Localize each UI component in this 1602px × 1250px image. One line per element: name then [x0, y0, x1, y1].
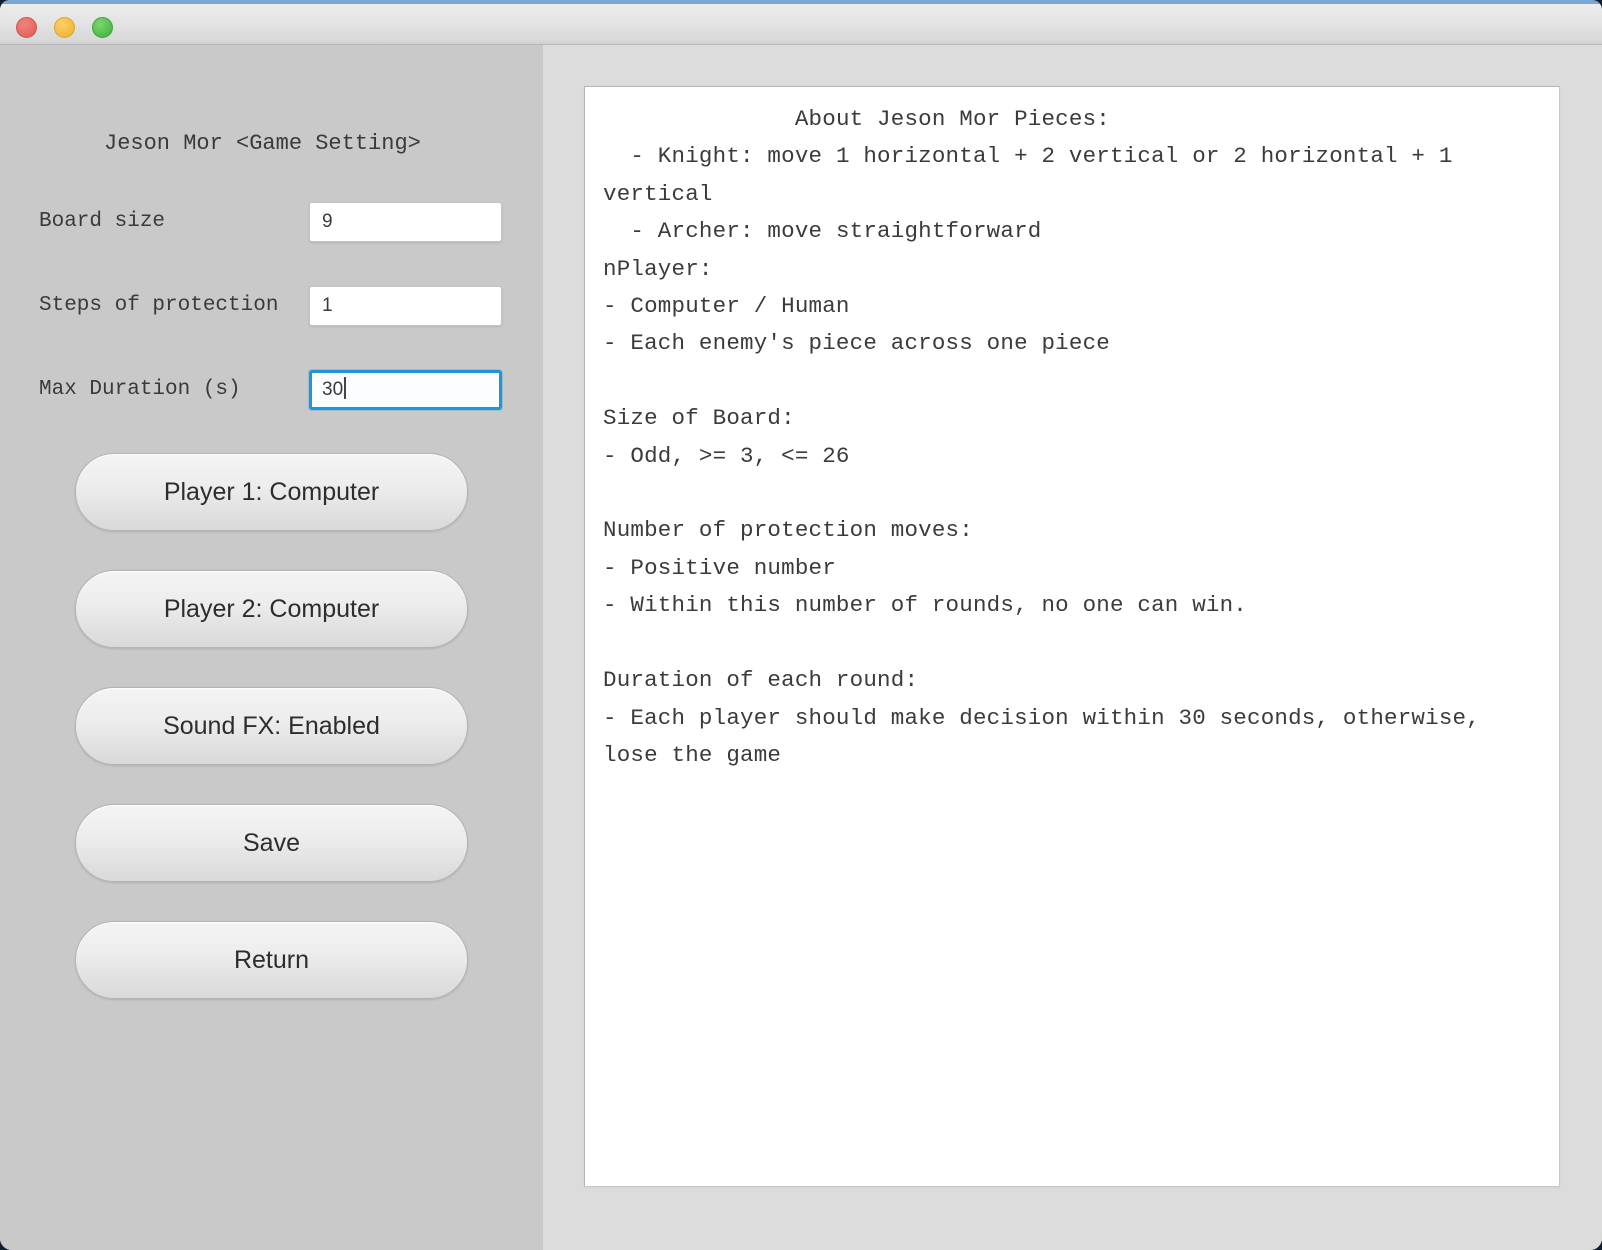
max-duration-row: Max Duration (s) 30	[0, 370, 543, 410]
save-button[interactable]: Save	[75, 804, 468, 882]
app-window: Jeson Mor <Game Setting> Board size 9 St…	[0, 0, 1602, 1250]
close-window-button[interactable]	[16, 17, 37, 38]
window-controls	[16, 17, 113, 38]
minimize-window-button[interactable]	[54, 17, 75, 38]
player-1-toggle-button[interactable]: Player 1: Computer	[75, 453, 468, 531]
info-panel: About Jeson Mor Pieces: - Knight: move 1…	[543, 45, 1602, 1250]
text-caret	[344, 377, 347, 399]
window-titlebar	[0, 0, 1602, 45]
steps-of-protection-row: Steps of protection 1	[0, 286, 543, 326]
sound-fx-toggle-button[interactable]: Sound FX: Enabled	[75, 687, 468, 765]
steps-of-protection-input[interactable]: 1	[309, 286, 502, 326]
settings-button-stack: Player 1: Computer Player 2: Computer So…	[75, 453, 468, 1038]
board-size-row: Board size 9	[0, 202, 543, 242]
info-text-content: About Jeson Mor Pieces: - Knight: move 1…	[603, 106, 1480, 768]
board-size-input[interactable]: 9	[309, 202, 502, 242]
page-title: Jeson Mor <Game Setting>	[104, 131, 421, 156]
max-duration-input-value: 30	[322, 379, 344, 400]
maximize-window-button[interactable]	[92, 17, 113, 38]
window-body: Jeson Mor <Game Setting> Board size 9 St…	[0, 45, 1602, 1250]
info-textbox: About Jeson Mor Pieces: - Knight: move 1…	[584, 86, 1560, 1187]
player-2-toggle-button[interactable]: Player 2: Computer	[75, 570, 468, 648]
max-duration-input[interactable]: 30	[309, 370, 502, 410]
steps-of-protection-label: Steps of protection	[39, 294, 279, 317]
max-duration-label: Max Duration (s)	[39, 378, 241, 401]
settings-panel: Jeson Mor <Game Setting> Board size 9 St…	[0, 45, 543, 1250]
return-button[interactable]: Return	[75, 921, 468, 999]
board-size-label: Board size	[39, 210, 166, 233]
